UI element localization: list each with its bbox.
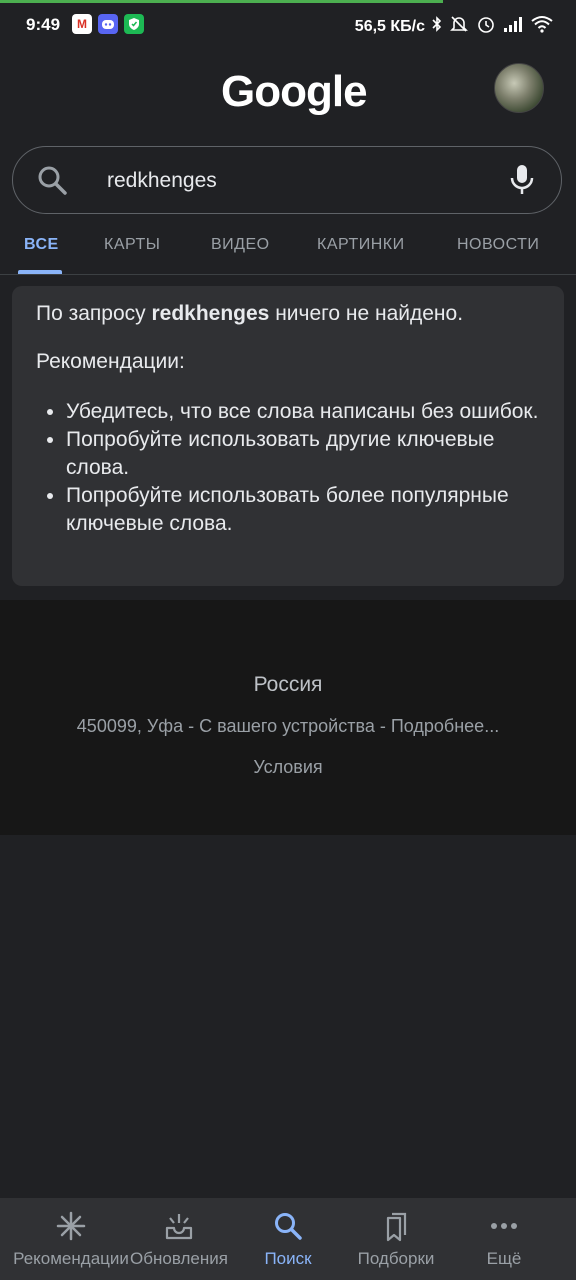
discord-icon (98, 14, 118, 34)
nav-label: Обновления (130, 1249, 228, 1268)
tab-all[interactable]: ВСЕ (24, 236, 59, 254)
nav-collections[interactable]: Подборки (338, 1198, 454, 1280)
search-icon (272, 1210, 304, 1244)
more-dots-icon (488, 1210, 520, 1244)
nav-label: Поиск (264, 1249, 312, 1268)
suggestion-item: Попробуйте использовать более популярные… (66, 482, 540, 538)
account-avatar[interactable] (494, 63, 544, 113)
suggestion-item: Убедитесь, что все слова написаны без ош… (66, 398, 540, 426)
bluetooth-icon (432, 15, 442, 38)
footer-location[interactable]: 450099, Уфа - С вашего устройства - Подр… (0, 716, 576, 737)
nav-search[interactable]: Поиск (230, 1198, 346, 1280)
no-results-card: По запросу redkhenges ничего не найдено.… (12, 286, 564, 586)
gmail-icon: M (72, 14, 92, 34)
tab-images[interactable]: КАРТИНКИ (317, 236, 405, 254)
search-box[interactable] (12, 146, 562, 214)
network-speed: 56,5 КБ/с (354, 17, 425, 35)
search-input[interactable] (105, 165, 489, 197)
status-time: 9:49 (26, 15, 61, 34)
status-bar: 9:49 M 56,5 КБ/с (0, 0, 576, 52)
microphone-icon[interactable] (509, 163, 535, 202)
signal-icon (503, 15, 523, 38)
footer-country: Россия (253, 673, 323, 696)
query-text: redkhenges (151, 302, 270, 325)
suggestions-list: Убедитесь, что все слова написаны без ош… (36, 398, 540, 538)
bottom-navigation: Рекомендации Обновления Поиск Подборки Е… (0, 1198, 576, 1280)
tabs-divider (0, 274, 576, 275)
suggestion-item: Попробуйте использовать другие ключевые … (66, 426, 540, 482)
wifi-icon (530, 15, 554, 38)
recommendations-title: Рекомендации: (36, 350, 185, 373)
collections-icon (380, 1210, 412, 1244)
nav-label: Рекомендации (13, 1249, 129, 1268)
tab-news[interactable]: НОВОСТИ (457, 236, 539, 254)
footer-terms-link[interactable]: Условия (0, 757, 576, 778)
nav-more[interactable]: Ещё (446, 1198, 562, 1280)
tab-video[interactable]: ВИДЕО (211, 236, 270, 254)
no-results-message: По запросу redkhenges ничего не найдено. (36, 302, 464, 325)
nav-label: Подборки (357, 1249, 435, 1268)
nav-label: Ещё (486, 1249, 522, 1268)
search-icon[interactable] (35, 163, 69, 202)
alarm-icon (476, 14, 496, 39)
nav-recommendations[interactable]: Рекомендации (13, 1198, 129, 1280)
tab-maps[interactable]: КАРТЫ (104, 236, 160, 254)
app-header: Google (0, 55, 576, 135)
mute-icon (449, 14, 469, 39)
vpn-shield-icon (124, 14, 144, 34)
google-logo: Google (221, 67, 368, 116)
nav-updates[interactable]: Обновления (121, 1198, 237, 1280)
asterisk-icon (55, 1210, 87, 1244)
page-footer: Россия 450099, Уфа - С вашего устройства… (0, 600, 576, 835)
updates-inbox-icon (163, 1210, 195, 1244)
search-tabs: ВСЕ КАРТЫ ВИДЕО КАРТИНКИ НОВОСТИ (0, 224, 576, 274)
